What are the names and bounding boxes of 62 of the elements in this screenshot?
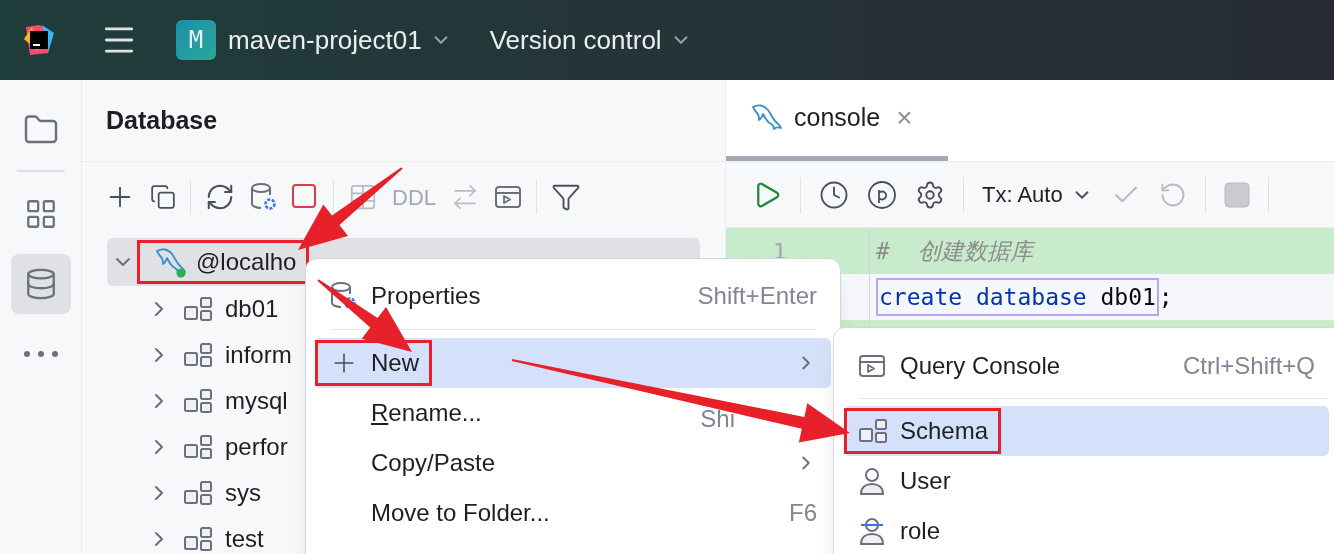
filter-icon[interactable] (551, 182, 581, 212)
shortcut-label: F6 (789, 498, 817, 528)
tree-label: @localho (196, 247, 297, 277)
tab-label: console (794, 101, 881, 133)
user-icon (858, 466, 886, 496)
menu-item-label: Copy/Paste (371, 448, 496, 478)
tree-label: db01 (225, 294, 279, 324)
menu-item[interactable]: Query Console Ctrl+Shift+Q (844, 341, 1329, 391)
menu-item[interactable]: New (315, 338, 831, 388)
menu-item-label: Schema (900, 416, 989, 446)
menu-item[interactable]: Copy/Paste (315, 438, 831, 488)
console-icon (858, 354, 886, 378)
schema-icon (858, 418, 888, 444)
database-gear-icon (329, 281, 357, 311)
more-icon (23, 351, 58, 357)
menu-item-label: Move to Folder... (371, 498, 550, 528)
menu-item-label: role (900, 516, 941, 546)
tree-label: mysql (225, 386, 288, 416)
tree-label: sys (225, 478, 261, 508)
dolphin-icon (154, 246, 188, 278)
schema-icon (183, 388, 213, 414)
menu-item[interactable]: Rename... Shi (315, 388, 831, 438)
menu-item-label: Properties (371, 281, 481, 311)
console-icon (494, 185, 522, 209)
tree-label: inform (225, 340, 292, 370)
panel-title: Database (106, 104, 218, 136)
database-gear-icon (249, 182, 277, 212)
version-control-menu[interactable]: Version control (489, 20, 692, 60)
parameter-icon[interactable] (867, 179, 897, 210)
transaction-mode-dropdown[interactable]: Tx: Auto (982, 178, 1093, 211)
menu-item-label: Rename... (371, 398, 482, 428)
history-icon[interactable] (819, 179, 849, 210)
project-badge: M (176, 20, 216, 60)
tree-label: perfor (225, 432, 288, 462)
settings-icon[interactable] (915, 179, 945, 210)
menu-item[interactable]: Properties Shift+Enter (315, 271, 831, 321)
menu-item-label: Query Console (900, 351, 1061, 381)
stop-icon[interactable] (291, 183, 319, 211)
menu-item-label: User (900, 466, 951, 496)
schema-icon (183, 480, 213, 506)
menu-item[interactable]: role (844, 506, 1329, 554)
app-logo-icon[interactable] (22, 23, 56, 57)
role-icon (858, 516, 886, 546)
tree-label: test (225, 524, 264, 554)
schema-icon (183, 342, 213, 368)
menu-item[interactable]: User (844, 456, 1329, 506)
refresh-icon[interactable] (205, 182, 235, 212)
shortcut-label: Ctrl+Shift+Q (1182, 351, 1315, 381)
project-selector[interactable]: maven-project01 (228, 20, 452, 60)
schema-icon (183, 434, 213, 460)
code-keyword: database (975, 282, 1087, 312)
code-keyword: create (879, 282, 963, 312)
schema-icon (183, 296, 213, 322)
code-identifier: db01 (1100, 282, 1156, 312)
copy-icon[interactable] (150, 184, 176, 210)
tool-window-button[interactable] (10, 254, 71, 314)
code-punctuation: ; (1158, 282, 1173, 312)
menu-item[interactable]: Move to Folder... F6 (315, 488, 831, 538)
shortcut-label: Shi (700, 404, 735, 434)
menu-item[interactable]: Schema (844, 406, 1329, 456)
shortcut-label: Shift+Enter (697, 281, 817, 311)
menu-item-label: New (371, 348, 419, 378)
